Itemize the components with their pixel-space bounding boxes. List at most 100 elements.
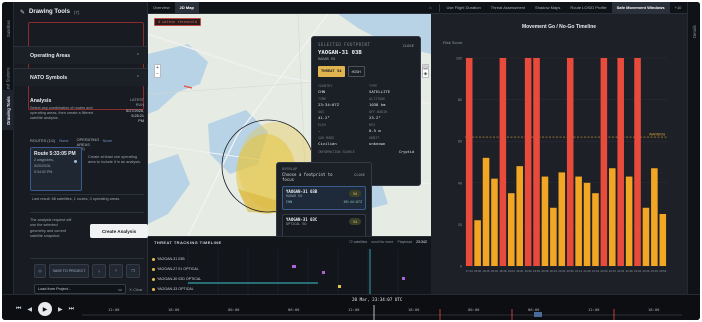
timeline-row[interactable]: YAOGAN-31 03B xyxy=(152,257,185,261)
operating-area-hint: Create at least one operating area to in… xyxy=(88,155,141,165)
map-layer-controls[interactable]: ▤ ◈ xyxy=(422,64,429,78)
right-side-strip: Details xyxy=(687,2,700,294)
tab-safe-movement-windows[interactable]: Safe Movement Windows xyxy=(611,2,670,14)
clear-button[interactable]: ✕ Clear xyxy=(129,287,142,292)
field-off-nadir: OFF-NADIR 23.2° xyxy=(369,110,388,120)
tab-overview[interactable]: Overview xyxy=(148,2,175,14)
route-waypoints: 2 waypoints, xyxy=(34,158,54,162)
x-tick-label: 19:36 xyxy=(525,269,532,273)
field-altitude: ALTITUDE 1038 km xyxy=(369,97,386,107)
y-tick-label: 100 xyxy=(456,57,462,61)
x-tick-label: 21:44 xyxy=(592,269,599,273)
analysis-description: Select any combination of routes and ope… xyxy=(30,106,94,121)
route-title: Route 5:33:05 PM xyxy=(34,151,76,157)
field-aos: AOS 41.2° xyxy=(318,110,330,120)
save-to-project-button[interactable]: SAVE TO PROJECT xyxy=(49,264,89,278)
chart-bar xyxy=(592,193,599,266)
x-tick-label: 20:56 xyxy=(567,269,574,273)
tab-2d-map[interactable]: 2D Map xyxy=(174,2,199,14)
route-card[interactable]: Route 5:33:05 PM 2 waypoints, 5/20/2026,… xyxy=(30,147,82,191)
go-no-go-chart[interactable]: Movement Go / No-Go Timeline Risk Score … xyxy=(431,14,687,294)
overlap-item[interactable]: YAOGAN-31 03C OPTICAL EO 54 xyxy=(282,214,366,236)
overlap-item[interactable]: YAOGAN-31 03B RADAR EO CHN 09:44:07Z 54 xyxy=(282,186,366,211)
overlap-close-button[interactable]: CLOSE xyxy=(354,173,365,177)
time-tick: 18:00 xyxy=(408,307,420,312)
layers-icon[interactable]: ◎ xyxy=(34,264,46,278)
tab-flight-duration[interactable]: Use Flight Duration xyxy=(442,2,486,14)
x-tick-label: 18:48 xyxy=(499,269,506,273)
request-note: The analysis request will use the select… xyxy=(30,218,72,238)
route-select-indicator xyxy=(74,160,77,163)
top-tab-bar: Overview 2D Map ⌂ Use Flight Duration Th… xyxy=(148,2,700,14)
load-project-select[interactable]: Load from Project... ▭ xyxy=(34,284,126,294)
compass-icon[interactable]: ◈ xyxy=(424,71,428,77)
chart-bar xyxy=(651,168,658,266)
tab-threat-assessment[interactable]: Threat Assessment xyxy=(486,2,530,14)
x-tick-label: 19:20 xyxy=(516,269,523,273)
chart-bar xyxy=(566,58,574,266)
divider xyxy=(30,212,144,213)
home-icon[interactable]: ⌂ xyxy=(424,2,436,14)
section-operating-areas[interactable]: Operating Areas ⌃ xyxy=(14,46,148,64)
x-tick-label: 17:44 xyxy=(466,269,473,273)
download-icon[interactable]: ⤓ xyxy=(92,264,106,278)
zoom-controls[interactable]: + − xyxy=(154,64,161,78)
chart-bar xyxy=(659,214,667,266)
threshold-chip[interactable]: 4 within threshold xyxy=(154,18,201,26)
field-type: TYPE SATELLITE xyxy=(369,84,391,94)
footprint-fields: COUNTRY CHN TYPE SATELLITE TIME 23:34:07Z A… xyxy=(318,84,414,146)
vtab-satellites[interactable]: Satellites xyxy=(2,8,14,48)
more-tabs-count[interactable]: +10 xyxy=(670,2,687,14)
footprint-close-button[interactable]: CLOSE xyxy=(403,43,414,48)
chart-bar xyxy=(575,176,582,266)
threat-badge[interactable]: THREAT 54 xyxy=(318,66,345,77)
chart-bar xyxy=(524,58,532,266)
chevron-up-icon: ⌃ xyxy=(135,74,140,81)
x-tick-label: 22:48 xyxy=(626,269,633,273)
x-tick-label: 21:28 xyxy=(584,269,591,273)
vtab-details[interactable]: Details xyxy=(688,16,700,46)
footprint-badges: THREAT 54 HIGH xyxy=(318,66,414,77)
x-tick-label: 20:08 xyxy=(541,269,548,273)
tab-shadow-maps[interactable]: Shadow Maps xyxy=(530,2,565,14)
chevron-up-icon: ⌃ xyxy=(135,52,140,59)
status-dot xyxy=(152,267,155,271)
zoom-out-icon[interactable]: − xyxy=(156,71,159,77)
pencil-icon: ✎ xyxy=(20,9,26,16)
x-tick-label: 19:52 xyxy=(533,269,540,273)
map-view[interactable]: 4 within threshold + − ▤ ◈ SELECTED FOOTPR… xyxy=(148,14,431,236)
x-tick-label: 21:12 xyxy=(575,269,582,273)
timeline-row[interactable]: YAOGAN-33 OPTICAL xyxy=(152,287,194,291)
timeline-row[interactable]: YAOGAN-30 03D OPTICAL xyxy=(152,277,201,281)
x-tick-label: 23:36 xyxy=(651,269,658,273)
tab-route-profile[interactable]: Route LOS/D Profile xyxy=(565,2,611,14)
create-analysis-button[interactable]: Create Analysis xyxy=(90,224,148,238)
x-tick-label: 20:24 xyxy=(550,269,557,273)
footprint-sensor: RADAR EO xyxy=(318,57,336,61)
timeline-row[interactable]: YAOGAN-27 01 OPTICAL xyxy=(152,267,199,271)
vtab-drawing-tools[interactable]: Drawing Tools xyxy=(2,90,14,130)
chart-bar xyxy=(642,207,650,266)
time-tick: 12:00 xyxy=(588,307,600,312)
time-tick: 06:00 xyxy=(528,307,540,312)
threat-tracking-timeline[interactable]: THREAT TRACKING TIMELINE 72 satellites s… xyxy=(148,236,431,295)
section-nato-symbols[interactable]: NATO Symbols ⌃ xyxy=(14,68,148,86)
divider xyxy=(30,258,144,259)
copy-icon[interactable]: ❐ xyxy=(126,264,140,278)
chart-bar xyxy=(541,176,549,266)
load-row: Load from Project... ▭ ✕ Clear xyxy=(34,284,150,294)
last-result: Last result: 88 satellites, 1 routes, 0 … xyxy=(32,197,121,201)
areas-none-link[interactable]: None xyxy=(103,138,112,152)
chart-bar xyxy=(465,58,473,266)
chart-bar xyxy=(550,207,557,266)
vertical-tab-strip: Satellites Ground Stations Drawing Tools xyxy=(2,2,14,294)
high-badge[interactable]: HIGH xyxy=(347,66,365,77)
field-country: COUNTRY CHN xyxy=(318,84,333,94)
field-elev: ELEV - xyxy=(318,123,327,133)
project-actions: ◎ SAVE TO PROJECT ⤓ ⤒ ❐ xyxy=(34,264,150,278)
y-tick-label: 0 xyxy=(460,265,462,269)
chart-bar xyxy=(499,58,507,266)
field-time: TIME 23:34:07Z xyxy=(318,97,340,107)
upload-icon[interactable]: ⤒ xyxy=(109,264,123,278)
chart-bar xyxy=(491,178,498,266)
